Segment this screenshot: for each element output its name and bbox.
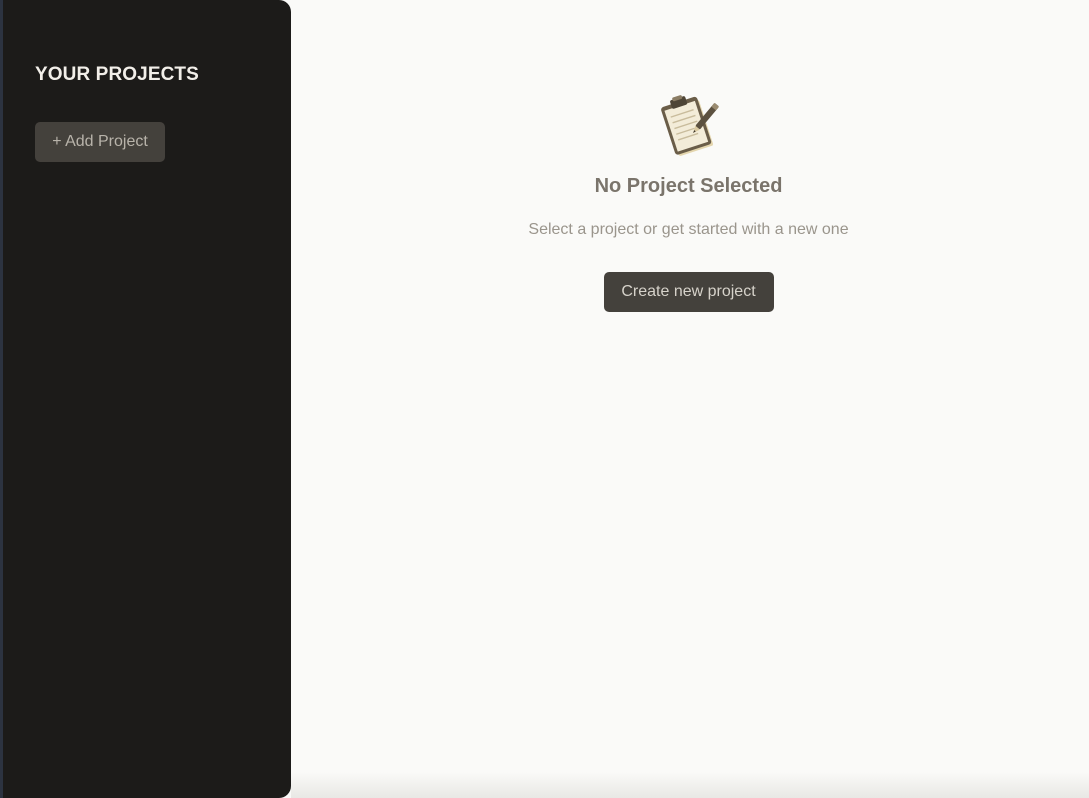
create-project-button[interactable]: Create new project	[603, 272, 774, 312]
bottom-shadow	[291, 772, 1089, 798]
app-window: YOUR PROJECTS + Add Project No Project S…	[0, 0, 1089, 798]
empty-state-title: No Project Selected	[594, 175, 783, 197]
add-project-button[interactable]: + Add Project	[35, 122, 165, 162]
empty-state-subtitle: Select a project or get started with a n…	[528, 221, 849, 238]
clipboard-icon	[660, 95, 719, 156]
sidebar-title: YOUR PROJECTS	[35, 64, 199, 85]
main-content: No Project Selected Select a project or …	[291, 0, 1089, 798]
sidebar: YOUR PROJECTS + Add Project	[3, 0, 291, 798]
empty-state: No Project Selected Select a project or …	[291, 90, 1086, 312]
